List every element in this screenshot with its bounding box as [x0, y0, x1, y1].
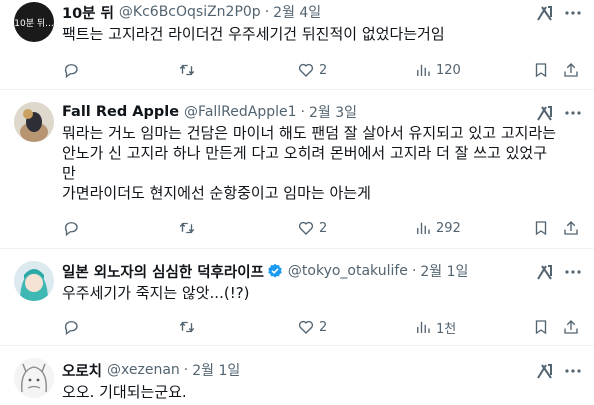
tweet-date[interactable]: 2월 3일	[309, 102, 357, 122]
tweet-date[interactable]: 2월 1일	[420, 261, 468, 281]
like-icon	[298, 320, 314, 334]
tweet-line: 가면라이더도 현지에선 순항중이고 임마는 아는게	[62, 184, 371, 202]
bookmark-button[interactable]	[532, 317, 550, 337]
like-count: 2	[319, 62, 328, 78]
views-button[interactable]: 292	[414, 218, 461, 238]
avatar[interactable]	[14, 102, 54, 142]
views-button[interactable]: 120	[414, 60, 461, 80]
bookmark-icon	[535, 63, 547, 78]
separator-dot: ·	[183, 362, 189, 378]
tweet-line: 뭐라는 거노 임마는 건담은 마이너 해도 팬덤 잘 살아서 유지되고 있고 고…	[62, 124, 557, 142]
author-name[interactable]: 일본 외노자의 심심한 덕후라이프	[62, 261, 264, 282]
tweet-line: 우주세기가 죽지는 않앗...(!?)	[62, 284, 250, 302]
tweet-2[interactable]: Fall Red Apple @FallRedApple1 · 2월 3일 뭐라…	[0, 90, 594, 247]
tweet-text: 우주세기가 죽지는 않앗...(!?)	[62, 283, 582, 303]
action-bar: 2 292	[62, 218, 586, 238]
separator-dot: ·	[264, 4, 270, 20]
like-count: 2	[319, 220, 328, 236]
retweet-icon	[179, 64, 195, 76]
more-icon[interactable]	[562, 361, 584, 381]
tweet-header: 10분 뒤 @Kc6BcOqsiZn2P0p · 2월 4일	[62, 2, 321, 22]
avatar-text: 10분 뒤...	[14, 17, 53, 29]
tweet-4[interactable]: 오로치 @xezenan · 2월 1일 오오. 기대되는군요.	[0, 346, 594, 405]
views-icon	[417, 64, 430, 76]
like-button[interactable]: 2	[297, 60, 327, 80]
more-icon[interactable]	[562, 3, 584, 23]
like-icon	[298, 221, 314, 235]
share-icon	[564, 221, 578, 235]
more-icon[interactable]	[562, 262, 584, 282]
views-count: 120	[436, 62, 461, 78]
tweet-text: 오오. 기대되는군요.	[62, 382, 582, 402]
avatar[interactable]	[14, 358, 54, 398]
reply-icon	[64, 222, 78, 237]
views-count: 1천	[436, 321, 457, 337]
reply-icon	[64, 64, 78, 79]
grok-icon[interactable]	[535, 103, 555, 123]
share-button[interactable]	[562, 218, 580, 238]
retweet-button[interactable]	[178, 317, 196, 337]
like-button[interactable]: 2	[297, 317, 327, 337]
bookmark-icon	[535, 221, 547, 236]
views-button[interactable]: 1천	[414, 317, 456, 337]
grok-icon[interactable]	[535, 3, 555, 23]
author-handle[interactable]: @FallRedApple1	[184, 104, 297, 120]
like-button[interactable]: 2	[297, 218, 327, 238]
avatar[interactable]: 10분 뒤...	[14, 2, 54, 42]
author-name[interactable]: 10분 뒤	[62, 2, 114, 23]
tweet-line: 팩트는 고지라건 라이더건 우주세기건 뒤진적이 없었다는거임	[62, 25, 445, 43]
share-icon	[564, 320, 578, 334]
tweet-date[interactable]: 2월 1일	[192, 360, 240, 380]
tweet-line: 만	[62, 164, 76, 182]
avatar[interactable]	[14, 261, 54, 301]
reply-button[interactable]	[62, 317, 80, 337]
share-button[interactable]	[562, 317, 580, 337]
author-handle[interactable]: @tokyo_otakulife	[288, 263, 408, 279]
tweet-header: Fall Red Apple @FallRedApple1 · 2월 3일	[62, 102, 357, 122]
tweet-line: 오오. 기대되는군요.	[62, 383, 187, 401]
author-handle[interactable]: @Kc6BcOqsiZn2P0p	[119, 4, 261, 20]
views-count: 292	[436, 220, 461, 236]
reply-icon	[64, 321, 78, 336]
tweet-1[interactable]: 10분 뒤... 10분 뒤 @Kc6BcOqsiZn2P0p · 2월 4일 …	[0, 0, 594, 88]
author-handle[interactable]: @xezenan	[107, 362, 180, 378]
retweet-button[interactable]	[178, 60, 196, 80]
tweet-date[interactable]: 2월 4일	[273, 2, 321, 22]
tweet-text: 팩트는 고지라건 라이더건 우주세기건 뒤진적이 없었다는거임	[62, 24, 582, 44]
action-bar: 2 1천	[62, 317, 586, 337]
share-icon	[564, 63, 578, 77]
tweet-line: 안노가 신 고지라 하나 만든게 다고 오히려 몬버에서 고지라 더 잘 쓰고 …	[62, 144, 548, 162]
author-name[interactable]: 오로치	[62, 360, 102, 381]
views-icon	[417, 222, 430, 234]
like-icon	[298, 63, 314, 77]
reply-button[interactable]	[62, 60, 80, 80]
retweet-icon	[179, 321, 195, 333]
tweet-text: 뭐라는 거노 임마는 건담은 마이너 해도 팬덤 잘 살아서 유지되고 있고 고…	[62, 123, 582, 203]
grok-icon[interactable]	[535, 361, 555, 381]
bookmark-button[interactable]	[532, 218, 550, 238]
separator-dot: ·	[411, 263, 417, 279]
retweet-button[interactable]	[178, 218, 196, 238]
bookmark-icon	[535, 320, 547, 335]
author-name[interactable]: Fall Red Apple	[62, 104, 179, 120]
tweet-header: 일본 외노자의 심심한 덕후라이프 @tokyo_otakulife · 2월 …	[62, 261, 468, 281]
action-bar: 2 120	[62, 60, 586, 80]
verified-icon	[267, 263, 283, 279]
like-count: 2	[319, 319, 328, 335]
tweet-3[interactable]: 일본 외노자의 심심한 덕후라이프 @tokyo_otakulife · 2월 …	[0, 249, 594, 344]
reply-button[interactable]	[62, 218, 80, 238]
tweet-header: 오로치 @xezenan · 2월 1일	[62, 360, 240, 380]
views-icon	[417, 321, 430, 333]
share-button[interactable]	[562, 60, 580, 80]
retweet-icon	[179, 222, 195, 234]
more-icon[interactable]	[562, 103, 584, 123]
bookmark-button[interactable]	[532, 60, 550, 80]
grok-icon[interactable]	[535, 262, 555, 282]
separator-dot: ·	[300, 104, 305, 120]
